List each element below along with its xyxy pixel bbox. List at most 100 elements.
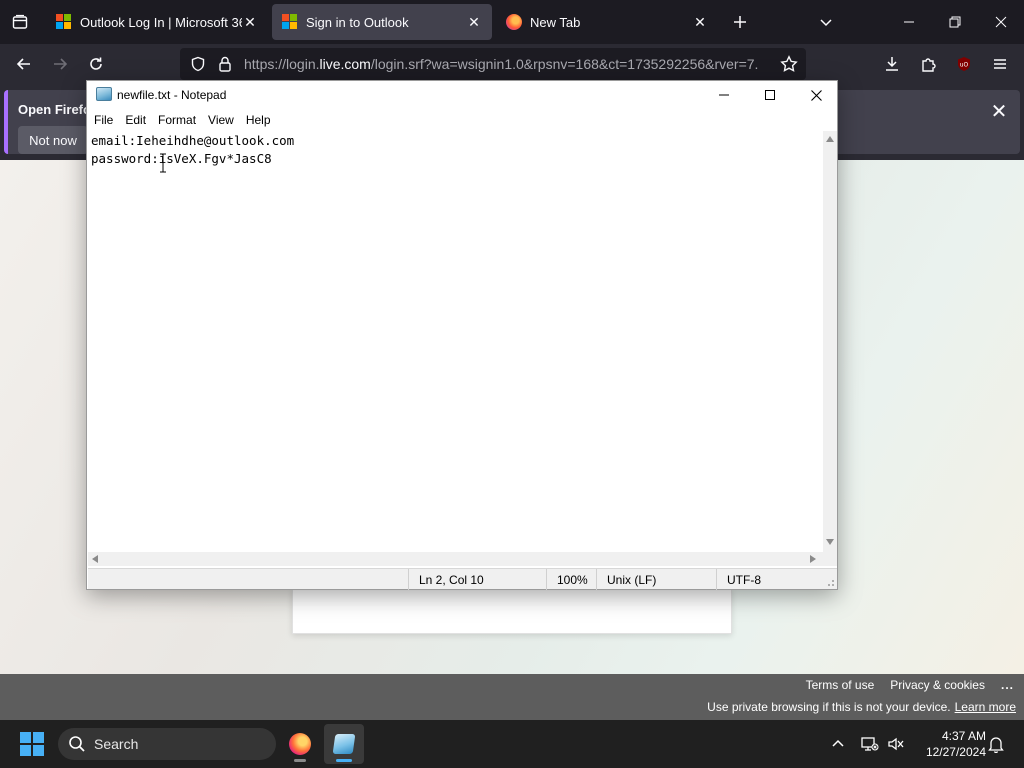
url-prefix: https://login. [244,56,320,72]
puzzle-icon [922,58,936,72]
tab-new-tab[interactable]: New Tab ✕ [496,4,718,40]
url-bar[interactable]: https://login.live.com/login.srf?wa=wsig… [180,48,806,80]
close-tab-icon[interactable]: ✕ [242,14,258,30]
notepad-close-button[interactable] [793,81,839,109]
terms-of-use-link[interactable]: Terms of use [806,678,875,692]
network-disconnected-icon [861,737,879,751]
horizontal-scrollbar[interactable] [88,552,823,566]
notifications-button[interactable] [984,732,1008,756]
notepad-titlebar[interactable]: newfile.txt - Notepad [87,81,837,109]
tab-sign-in-outlook[interactable]: Sign in to Outlook ✕ [272,4,492,40]
scroll-right-arrow-icon[interactable] [810,555,816,563]
firefox-view-icon [12,14,28,29]
status-line-col: Ln 2, Col 10 [408,569,546,590]
footer-links: Terms of use Privacy & cookies ... [806,678,1014,692]
taskbar-notepad-button[interactable] [324,724,364,764]
scroll-left-arrow-icon[interactable] [92,555,98,563]
shield-icon[interactable] [190,56,206,75]
network-status-button[interactable] [858,732,882,756]
privacy-cookies-link[interactable]: Privacy & cookies [890,678,985,692]
notepad-text-area[interactable]: email:Ieheihdhe@outlook.com password:isV… [88,131,823,553]
volume-button[interactable] [884,732,908,756]
menu-help[interactable]: Help [241,113,276,127]
notepad-window: newfile.txt - Notepad File Edit Format V… [86,80,838,590]
svg-text:uO: uO [960,62,969,69]
notepad-status-bar: Ln 2, Col 10 100% Unix (LF) UTF-8 [88,568,837,590]
scroll-down-arrow-icon[interactable] [826,539,834,545]
speaker-muted-icon [888,737,904,751]
download-icon [886,57,898,71]
url-text[interactable]: https://login.live.com/login.srf?wa=wsig… [244,56,774,72]
menu-edit[interactable]: Edit [120,113,151,127]
ublock-icon: uO [958,57,970,71]
ublock-extension-button[interactable]: uO [950,50,978,78]
app-running-indicator [294,759,306,762]
sign-in-card-bottom [292,588,732,634]
restore-icon [949,16,961,28]
vertical-scrollbar[interactable] [823,131,837,553]
scroll-up-arrow-icon[interactable] [826,136,834,142]
status-line-ending: Unix (LF) [596,569,716,590]
learn-more-link[interactable]: Learn more [955,700,1016,714]
chevron-up-icon [832,739,844,747]
status-encoding: UTF-8 [716,569,822,590]
back-button[interactable] [10,50,38,78]
firefox-icon [289,733,311,755]
notepad-minimize-button[interactable] [701,81,747,109]
tab-title: Sign in to Outlook [306,14,409,30]
hamburger-menu-icon [994,59,1006,69]
close-notification-icon[interactable]: ✕ [986,98,1012,124]
taskbar-clock[interactable]: 4:37 AM 12/27/2024 [912,728,986,760]
close-tab-icon[interactable]: ✕ [466,14,482,30]
notepad-icon [96,87,112,101]
windows-logo-icon [20,732,31,743]
downloads-button[interactable] [878,50,906,78]
extensions-button[interactable] [914,50,942,78]
menu-view[interactable]: View [203,113,239,127]
close-tab-icon[interactable]: ✕ [692,14,708,30]
plus-icon [734,16,746,28]
text-line-email: email:Ieheihdhe@outlook.com [91,133,295,148]
search-icon [69,736,85,752]
more-options-link[interactable]: ... [1001,678,1014,692]
minimize-icon [904,21,914,23]
lock-icon[interactable] [218,56,232,75]
taskbar-firefox-button[interactable] [280,724,320,764]
minimize-button[interactable] [886,0,932,44]
firefox-view-button[interactable] [6,8,34,36]
list-all-tabs-button[interactable] [812,8,840,36]
firefox-icon [506,14,522,30]
text-cursor-icon [160,153,166,173]
start-button[interactable] [20,732,44,756]
tab-outlook-login[interactable]: Outlook Log In | Microsoft 365 ✕ [46,4,268,40]
tab-title: New Tab [530,14,581,30]
arrow-right-icon [54,58,68,70]
notepad-maximize-button[interactable] [747,81,793,109]
notepad-menubar: File Edit Format View Help [87,110,837,130]
bookmark-star-icon[interactable] [780,55,798,76]
minimize-icon [719,94,729,96]
microsoft-logo-icon [56,14,72,30]
reload-button[interactable] [82,50,110,78]
menu-button[interactable] [986,50,1014,78]
resize-grip-icon[interactable] [825,577,835,587]
text-line-password: password:isVeX.Fgv*JasC8 [91,151,272,166]
navigation-toolbar: https://login.live.com/login.srf?wa=wsig… [0,44,1024,84]
notepad-title: newfile.txt - Notepad [117,88,227,102]
new-tab-button[interactable] [726,8,754,36]
browser-tab-bar: Outlook Log In | Microsoft 365 ✕ Sign in… [0,0,1024,44]
reload-icon [90,57,102,70]
maximize-icon [765,90,775,100]
forward-button[interactable] [46,50,74,78]
clock-date: 12/27/2024 [925,745,986,759]
menu-format[interactable]: Format [153,113,201,127]
status-zoom: 100% [546,569,596,590]
close-window-button[interactable] [978,0,1024,44]
taskbar-search-box[interactable]: Search [58,728,276,760]
bell-icon [988,737,1004,753]
restore-button[interactable] [932,0,978,44]
show-hidden-icons-button[interactable] [826,732,850,756]
private-browsing-notice: Use private browsing if this is not your… [707,700,1016,714]
menu-file[interactable]: File [89,113,118,127]
not-now-button[interactable]: Not now [18,126,88,154]
